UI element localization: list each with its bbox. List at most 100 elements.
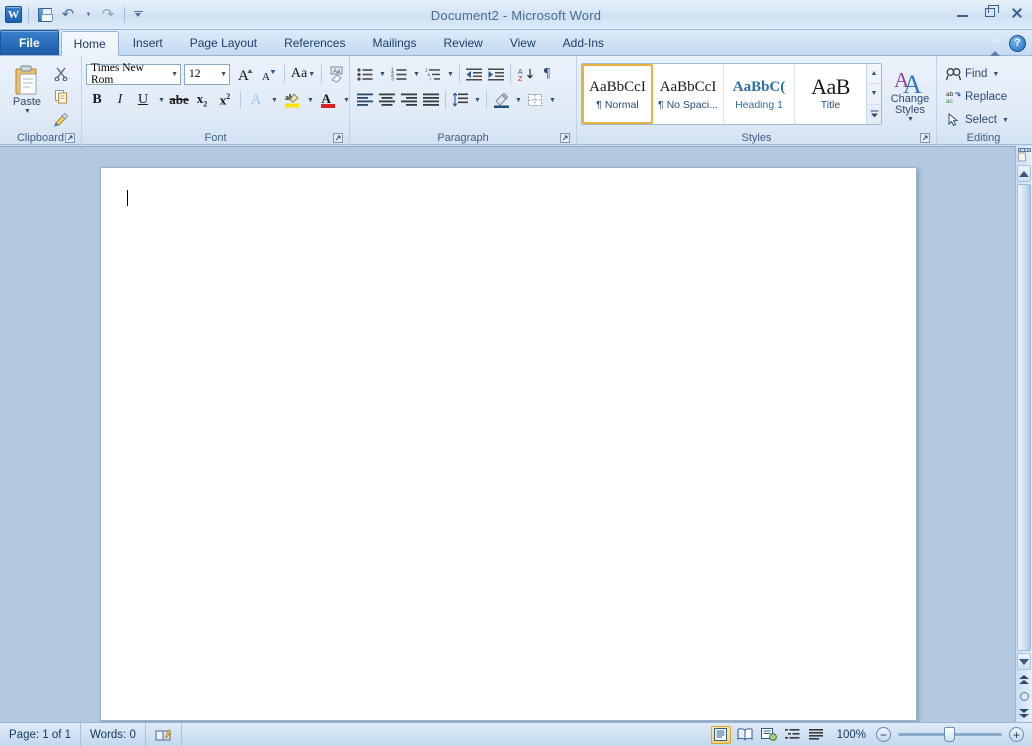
view-draft-button[interactable] <box>807 726 827 744</box>
scrollbar-thumb[interactable] <box>1017 184 1031 651</box>
align-right-button[interactable] <box>398 89 420 111</box>
view-print-layout-button[interactable] <box>711 726 731 744</box>
minimize-ribbon-button[interactable] <box>988 34 1002 52</box>
bullets-dropdown[interactable]: ▼ <box>376 63 388 85</box>
style-item-heading-1[interactable]: AaBbC( Heading 1 <box>724 64 795 124</box>
vertical-scrollbar[interactable] <box>1015 146 1032 722</box>
styles-more-button[interactable] <box>867 105 881 124</box>
view-full-screen-reading-button[interactable] <box>735 726 755 744</box>
font-name-input[interactable]: Times New Rom ▼ <box>86 64 181 85</box>
document-page[interactable] <box>100 167 917 721</box>
shrink-font-button[interactable]: A <box>258 63 280 85</box>
borders-dropdown[interactable]: ▼ <box>546 89 558 111</box>
help-button[interactable]: ? <box>1009 35 1026 52</box>
grow-font-button[interactable]: A <box>235 63 257 85</box>
tab-references[interactable]: References <box>271 31 358 55</box>
zoom-slider-thumb[interactable] <box>944 727 955 742</box>
underline-button[interactable]: U <box>132 89 154 111</box>
sort-button[interactable]: A Z <box>514 63 536 85</box>
tab-home[interactable]: Home <box>61 31 119 56</box>
find-button[interactable]: Find ▼ <box>941 63 1004 85</box>
bold-button[interactable]: B <box>86 89 108 111</box>
undo-dropdown[interactable]: ▼ <box>81 6 95 24</box>
change-styles-button[interactable]: A A Change Styles ▼ <box>888 65 932 124</box>
show-formatting-marks-button[interactable]: ¶ <box>536 63 558 85</box>
tab-file[interactable]: File <box>0 30 59 55</box>
change-case-button[interactable]: Aa ▼ <box>289 63 317 85</box>
undo-button[interactable]: ↶ <box>58 5 78 25</box>
document-canvas[interactable] <box>0 146 1032 722</box>
style-item-normal[interactable]: AaBbCcI ¶ Normal <box>582 64 653 124</box>
customize-quick-access-toolbar-button[interactable] <box>131 6 145 24</box>
view-web-layout-button[interactable] <box>759 726 779 744</box>
proofing-status-button[interactable] <box>146 723 182 746</box>
numbering-button[interactable]: 1 2 3 <box>388 63 410 85</box>
bullets-button[interactable] <box>354 63 376 85</box>
highlight-color-dropdown[interactable]: ▼ <box>304 89 316 111</box>
view-outline-button[interactable] <box>783 726 803 744</box>
subscript-button[interactable]: x2 <box>191 89 213 111</box>
tab-review[interactable]: Review <box>430 31 495 55</box>
select-button[interactable]: Select ▼ <box>941 109 1014 131</box>
font-dialog-launcher[interactable] <box>332 132 343 143</box>
word-logo-icon[interactable]: W <box>5 6 22 23</box>
superscript-button[interactable]: x2 <box>214 89 236 111</box>
multilevel-list-dropdown[interactable]: ▼ <box>444 63 456 85</box>
zoom-level[interactable]: 100% <box>831 729 872 741</box>
format-painter-button[interactable] <box>50 108 72 130</box>
cut-button[interactable] <box>50 62 72 84</box>
tab-mailings[interactable]: Mailings <box>359 31 429 55</box>
numbering-dropdown[interactable]: ▼ <box>410 63 422 85</box>
font-color-button[interactable]: A <box>317 89 339 111</box>
decrease-indent-button[interactable] <box>463 63 485 85</box>
close-button[interactable] <box>1004 3 1029 22</box>
minimize-button[interactable] <box>950 3 975 22</box>
scroll-down-button[interactable] <box>1017 653 1031 670</box>
select-browse-object-button[interactable] <box>1016 688 1032 705</box>
highlight-color-button[interactable]: ab <box>281 89 303 111</box>
view-ruler-button[interactable] <box>1016 146 1032 164</box>
zoom-out-button[interactable]: − <box>876 727 891 742</box>
styles-scroll-down-button[interactable]: ▼ <box>867 84 881 104</box>
style-item-title[interactable]: AaB Title <box>795 64 866 124</box>
text-effects-button[interactable]: A <box>245 89 267 111</box>
clear-formatting-button[interactable]: Aa <box>326 63 348 85</box>
underline-dropdown[interactable]: ▼ <box>155 89 167 111</box>
multilevel-list-button[interactable]: 1 a i <box>422 63 444 85</box>
tab-view[interactable]: View <box>497 31 549 55</box>
shading-button[interactable] <box>490 89 512 111</box>
replace-button[interactable]: ab ac Replace <box>941 86 1012 108</box>
copy-button[interactable] <box>50 85 72 107</box>
align-left-button[interactable] <box>354 89 376 111</box>
tab-add-ins[interactable]: Add-Ins <box>550 31 617 55</box>
increase-indent-button[interactable] <box>485 63 507 85</box>
text-effects-dropdown[interactable]: ▼ <box>268 89 280 111</box>
save-button[interactable] <box>35 5 55 25</box>
line-spacing-dropdown[interactable]: ▼ <box>471 89 483 111</box>
zoom-slider[interactable] <box>898 733 1002 736</box>
styles-scroll-up-button[interactable]: ▲ <box>867 64 881 84</box>
font-size-input[interactable]: 12 ▼ <box>184 64 230 85</box>
strikethrough-button[interactable]: abe <box>168 89 190 111</box>
redo-button[interactable]: ↷ <box>98 5 118 25</box>
paste-button[interactable]: Paste ▼ <box>4 61 50 116</box>
italic-button[interactable]: I <box>109 89 131 111</box>
line-spacing-button[interactable] <box>449 89 471 111</box>
justify-button[interactable] <box>420 89 442 111</box>
align-center-button[interactable] <box>376 89 398 111</box>
tab-page-layout[interactable]: Page Layout <box>177 31 270 55</box>
word-count[interactable]: Words: 0 <box>81 723 146 746</box>
shading-dropdown[interactable]: ▼ <box>512 89 524 111</box>
scroll-up-button[interactable] <box>1017 165 1031 182</box>
style-item-no-spacing[interactable]: AaBbCcI ¶ No Spaci... <box>653 64 724 124</box>
styles-dialog-launcher[interactable] <box>919 132 930 143</box>
previous-page-button[interactable] <box>1016 671 1032 688</box>
tab-insert[interactable]: Insert <box>120 31 176 55</box>
borders-button[interactable] <box>524 89 546 111</box>
zoom-in-button[interactable]: + <box>1009 727 1024 742</box>
paragraph-dialog-launcher[interactable] <box>559 132 570 143</box>
page-indicator[interactable]: Page: 1 of 1 <box>0 723 81 746</box>
next-page-button[interactable] <box>1016 705 1032 722</box>
restore-button[interactable] <box>977 3 1002 22</box>
clipboard-dialog-launcher[interactable] <box>64 132 75 143</box>
